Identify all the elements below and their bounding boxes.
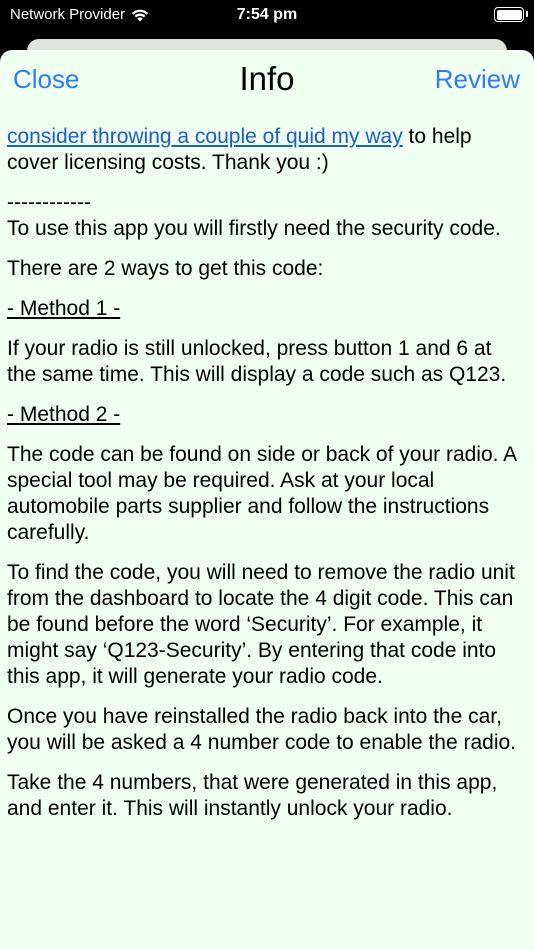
info-content: consider throwing a couple of quid my wa…	[0, 112, 534, 822]
donate-paragraph: consider throwing a couple of quid my wa…	[7, 124, 526, 176]
separator: ------------	[7, 191, 91, 214]
battery-cap	[526, 11, 528, 17]
method1-text: If your radio is still unlocked, press b…	[7, 337, 507, 386]
review-button[interactable]: Review	[435, 64, 520, 95]
method2-heading: - Method 2 -	[7, 403, 121, 426]
method2-text: The code can be found on side or back of…	[7, 443, 517, 544]
intro-text: To use this app you will firstly need th…	[7, 217, 501, 240]
find-code-text: To find the code, you will need to remov…	[7, 561, 515, 688]
nav-bar: Close Info Review	[0, 50, 534, 112]
status-bar: Network Provider 7:54 pm	[0, 0, 534, 30]
ways-text: There are 2 ways to get this code:	[7, 257, 324, 280]
battery-icon	[494, 7, 524, 22]
final-text: Take the 4 numbers, that were generated …	[7, 771, 498, 820]
donate-link[interactable]: consider throwing a couple of quid my wa…	[7, 125, 403, 148]
status-time: 7:54 pm	[236, 6, 298, 23]
method1-heading: - Method 1 -	[7, 297, 121, 320]
info-sheet: Close Info Review consider throwing a co…	[0, 50, 534, 950]
reinstall-text: Once you have reinstalled the radio back…	[7, 705, 516, 754]
